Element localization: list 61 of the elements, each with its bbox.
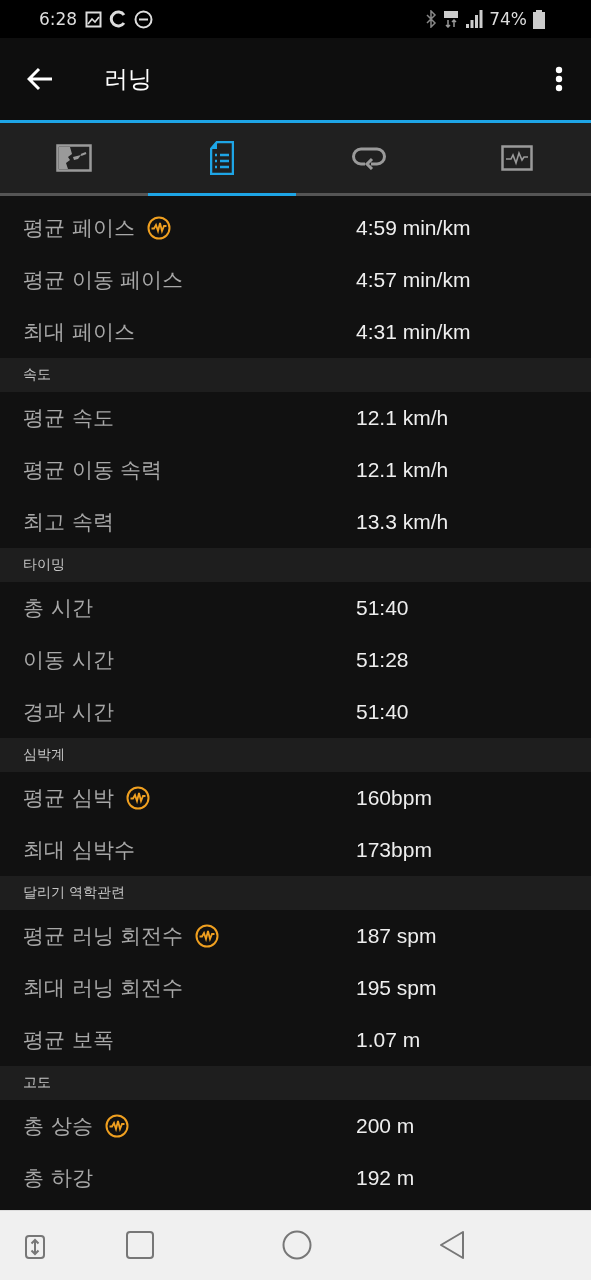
more-vertical-icon <box>555 66 563 92</box>
home-button[interactable] <box>282 1230 312 1260</box>
stat-value: 4:57 min/km <box>356 268 471 292</box>
document-list-icon <box>209 141 234 175</box>
lte-icon <box>443 10 460 28</box>
stat-label: 평균 속도 <box>23 405 114 432</box>
image-icon <box>85 10 103 28</box>
stat-value: 195 spm <box>356 976 437 1000</box>
stat-value: 4:59 min/km <box>356 216 471 240</box>
stat-label: 총 상승 <box>23 1113 93 1140</box>
stat-label: 최대 페이스 <box>23 319 135 346</box>
stat-label: 최대 심박수 <box>23 837 135 864</box>
square-icon <box>126 1231 154 1259</box>
section-header: 타이밍 <box>23 556 65 574</box>
stat-label: 평균 이동 페이스 <box>23 267 184 294</box>
stat-value: 173bpm <box>356 838 432 862</box>
section-header: 심박계 <box>23 746 65 764</box>
stat-label: 최대 러닝 회전수 <box>23 975 184 1002</box>
stat-label: 평균 페이스 <box>23 215 135 242</box>
stat-label: 총 시간 <box>23 595 93 622</box>
stat-label: 평균 심박 <box>23 785 114 812</box>
section-header: 속도 <box>23 366 51 384</box>
stat-label: 경과 시간 <box>23 699 114 726</box>
stat-value: 51:40 <box>356 596 409 620</box>
stat-value: 192 m <box>356 1166 415 1190</box>
loop-arrow-icon <box>352 146 387 170</box>
signal-icon <box>465 10 484 28</box>
screen-title: 러닝 <box>104 64 153 95</box>
section-header: 고도 <box>23 1074 51 1092</box>
section-header: 달리기 역학관련 <box>23 884 126 902</box>
bluetooth-icon <box>425 10 438 28</box>
stat-value: 200 m <box>356 1114 415 1138</box>
heart-rate-chart-icon <box>501 145 534 171</box>
stat-value: 12.1 km/h <box>356 406 449 430</box>
battery-icon <box>533 9 545 29</box>
rotate-icon <box>25 1235 45 1259</box>
tab[interactable] <box>0 123 148 196</box>
stat-value: 12.1 km/h <box>356 458 449 482</box>
clock: 6:28 <box>39 9 78 29</box>
back-arrow-icon <box>27 67 53 91</box>
stat-value: 160bpm <box>356 786 432 810</box>
map-icon <box>55 144 92 172</box>
stat-label: 평균 보폭 <box>23 1027 114 1054</box>
stat-value: 51:28 <box>356 648 409 672</box>
stat-value: 13.3 km/h <box>356 510 449 534</box>
stat-label: 최고 속력 <box>23 509 114 536</box>
stat-value: 51:40 <box>356 700 409 724</box>
stat-value: 4:31 min/km <box>356 320 471 344</box>
triangle-back-icon <box>439 1230 465 1260</box>
screen-rotate-button[interactable] <box>25 1235 45 1259</box>
tab[interactable] <box>443 123 591 196</box>
battery-level: 74% <box>489 9 527 29</box>
recent-apps-button[interactable] <box>126 1231 154 1259</box>
stat-label: 이동 시간 <box>23 647 114 674</box>
do-not-disturb-icon <box>134 9 154 29</box>
stat-value: 1.07 m <box>356 1028 421 1052</box>
stat-label: 총 하강 <box>23 1165 93 1192</box>
stat-label: 평균 러닝 회전수 <box>23 923 184 950</box>
stat-value: 187 spm <box>356 924 437 948</box>
stat-label: 평균 이동 속력 <box>23 457 163 484</box>
circle-icon <box>282 1230 312 1260</box>
